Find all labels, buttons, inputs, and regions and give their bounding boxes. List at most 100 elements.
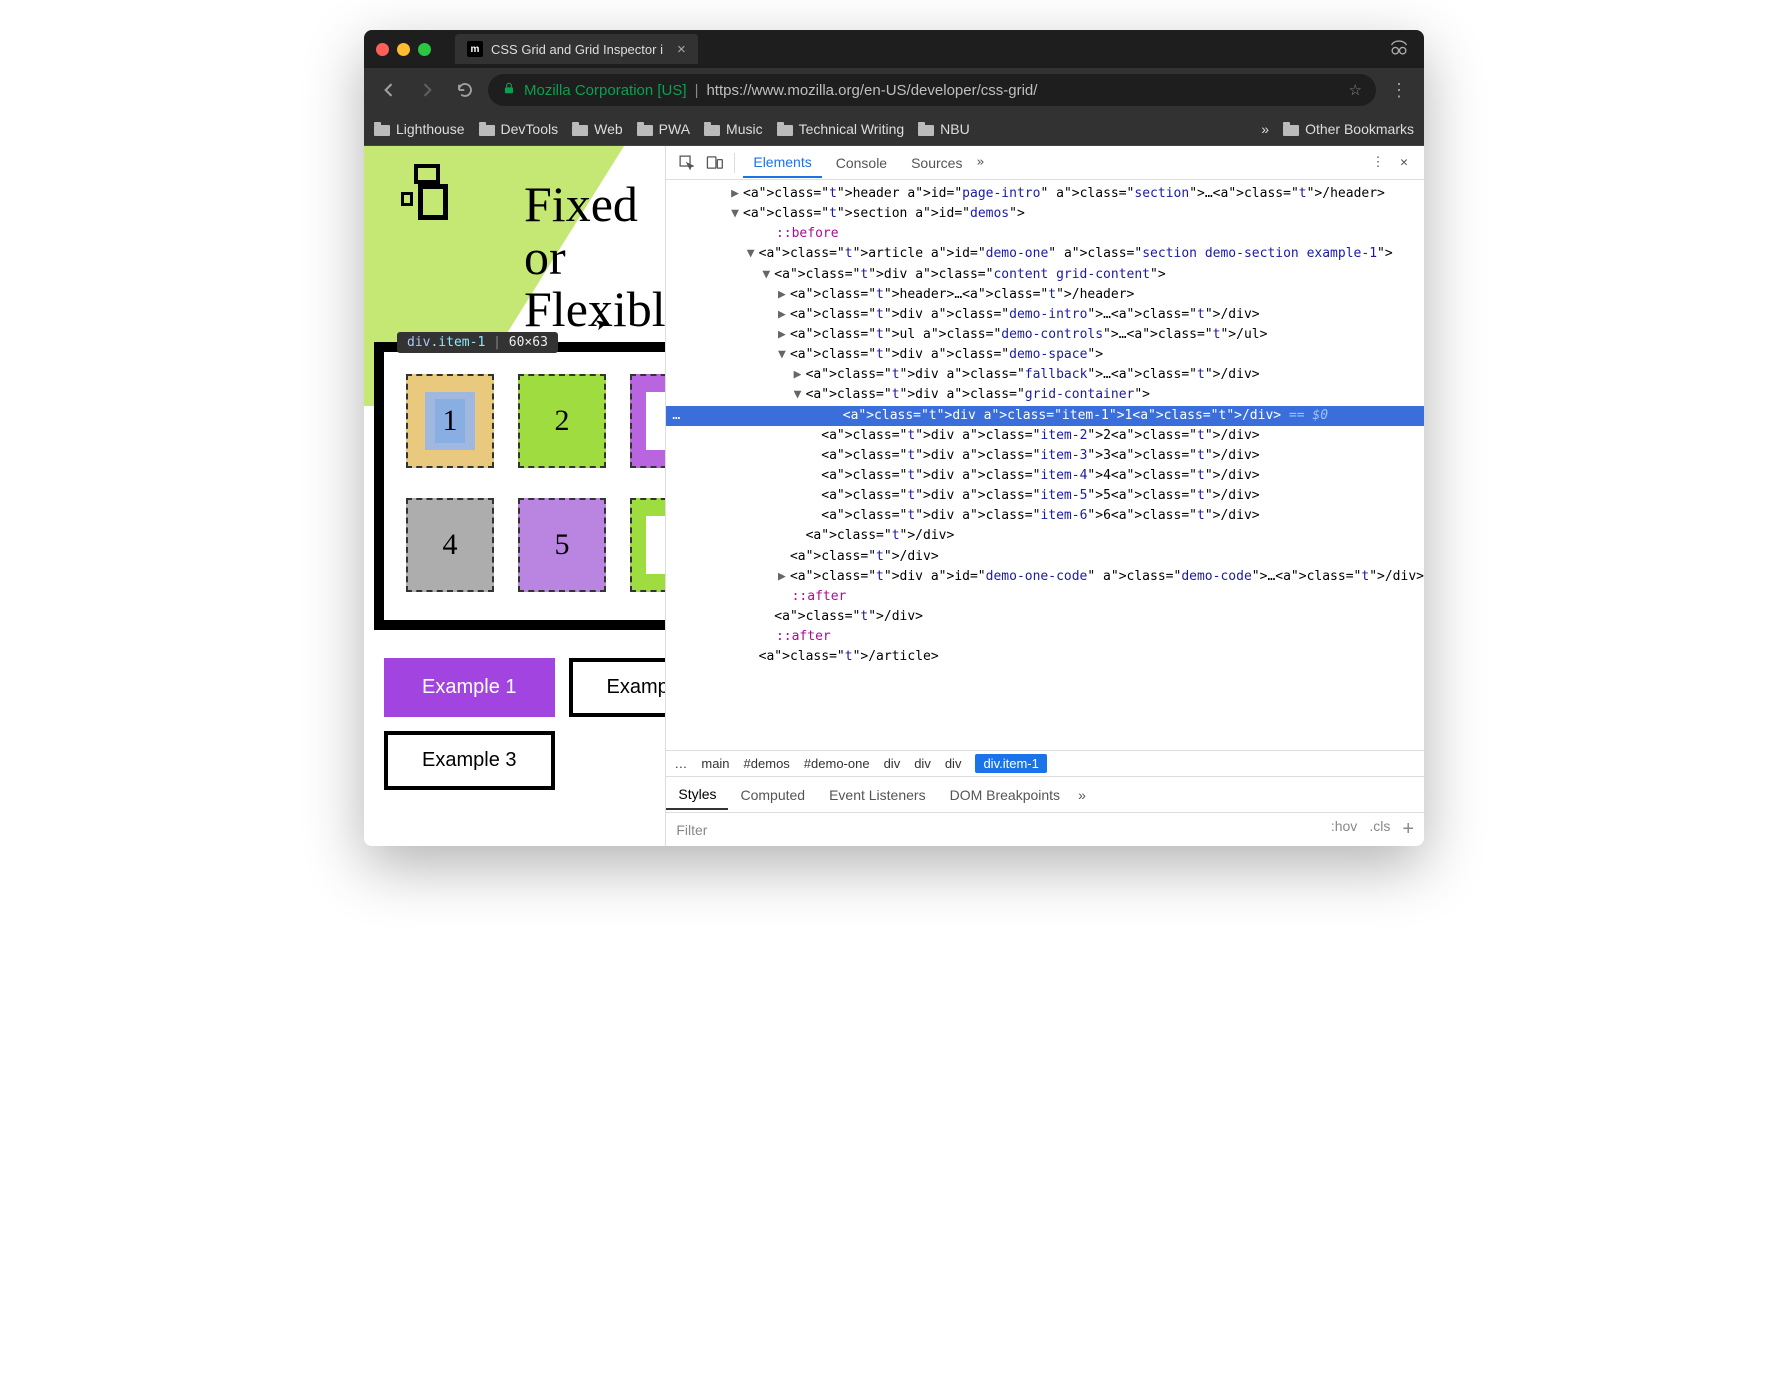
browser-tab[interactable]: m CSS Grid and Grid Inspector i × — [455, 34, 698, 64]
dom-node[interactable]: <a">class="t">div a">class="item-6">6<a"… — [666, 506, 1424, 526]
dom-node[interactable]: ▼<a">class="t">div a">class="grid-contai… — [666, 385, 1424, 405]
title-bar: m CSS Grid and Grid Inspector i × — [364, 30, 1424, 68]
breadcrumb-item[interactable]: … — [674, 756, 687, 771]
dom-node[interactable]: ▼<a">class="t">div a">class="content gri… — [666, 265, 1424, 285]
breadcrumb-item[interactable]: main — [701, 756, 729, 771]
folder-icon — [479, 122, 495, 136]
bookmark-label: NBU — [940, 121, 970, 137]
example-1-button[interactable]: Example 1 — [384, 658, 555, 717]
tab-sources[interactable]: Sources — [901, 149, 972, 177]
menu-button[interactable]: ⋮ — [1384, 75, 1414, 105]
dom-pseudo[interactable]: ::after — [666, 587, 1424, 607]
browser-window: m CSS Grid and Grid Inspector i × Mozill… — [364, 30, 1424, 846]
breadcrumb-item[interactable]: #demos — [744, 756, 790, 771]
bookmark-folder[interactable]: Music — [704, 121, 763, 137]
forward-button[interactable] — [412, 75, 442, 105]
grid-item-3[interactable]: 3 — [630, 374, 665, 468]
tab-event-listeners[interactable]: Event Listeners — [817, 781, 938, 809]
breadcrumb-item[interactable]: div — [914, 756, 931, 771]
dom-node[interactable]: ▶<a">class="t">div a">id="demo-one-code"… — [666, 567, 1424, 587]
grid-item-6[interactable]: 6 — [630, 498, 665, 592]
bookmark-label: Technical Writing — [799, 121, 905, 137]
devtools-toolbar: Elements Console Sources » ⋮ ✕ — [666, 146, 1424, 180]
minimize-window-button[interactable] — [397, 43, 410, 56]
bookmark-star-icon[interactable]: ☆ — [1349, 81, 1362, 99]
dom-node[interactable]: ▶<a">class="t">header>…<a">class="t">/he… — [666, 285, 1424, 305]
cls-toggle[interactable]: .cls — [1369, 818, 1390, 841]
breadcrumb-item[interactable]: div.item-1 — [975, 754, 1046, 773]
tab-computed[interactable]: Computed — [728, 781, 817, 809]
bookmark-folder[interactable]: Web — [572, 121, 623, 137]
url-text: https://www.mozilla.org/en-US/developer/… — [706, 82, 1037, 99]
grid-item-1[interactable]: 1 — [406, 374, 494, 468]
demo-grid-container: 1 2 3 4 5 6 — [374, 342, 665, 630]
dom-node[interactable]: ▼<a">class="t">article a">id="demo-one" … — [666, 244, 1424, 264]
close-window-button[interactable] — [376, 43, 389, 56]
tabs-overflow-icon[interactable]: » — [976, 155, 984, 170]
tab-dom-breakpoints[interactable]: DOM Breakpoints — [938, 781, 1072, 809]
dom-node[interactable]: <a">class="t">/div> — [666, 526, 1424, 546]
tooltip-class: .item-1 — [430, 335, 485, 350]
favicon: m — [467, 41, 483, 57]
grid-item-2[interactable]: 2 — [518, 374, 606, 468]
dom-node[interactable]: <a">class="t">div a">class="item-2">2<a"… — [666, 426, 1424, 446]
grid-item-5[interactable]: 5 — [518, 498, 606, 592]
dom-node[interactable]: ▶<a">class="t">div a">class="demo-intro"… — [666, 305, 1424, 325]
dom-node-selected[interactable]: … <a">class="t">div a">class="item-1">1<… — [666, 406, 1424, 426]
device-icon[interactable] — [702, 151, 726, 175]
dom-node[interactable]: <a">class="t">div a">class="item-5">5<a"… — [666, 486, 1424, 506]
devtools-menu-icon[interactable]: ⋮ — [1366, 151, 1390, 175]
dom-node[interactable]: <a">class="t">/article> — [666, 647, 1424, 667]
devtools-close-icon[interactable]: ✕ — [1392, 151, 1416, 175]
fullscreen-window-button[interactable] — [418, 43, 431, 56]
bookmark-folder[interactable]: Lighthouse — [374, 121, 465, 137]
dom-node[interactable]: ▼<a">class="t">div a">class="demo-space"… — [666, 345, 1424, 365]
grid-logo — [398, 164, 456, 222]
tooltip-dimensions: 60×63 — [509, 335, 548, 350]
bookmark-folder[interactable]: DevTools — [479, 121, 559, 137]
dom-node[interactable]: ▶<a">class="t">ul a">class="demo-control… — [666, 325, 1424, 345]
dom-node[interactable]: <a">class="t">div a">class="item-4">4<a"… — [666, 466, 1424, 486]
hover-toggle[interactable]: :hov — [1331, 818, 1357, 841]
grid-item-4[interactable]: 4 — [406, 498, 494, 592]
breadcrumb-bar[interactable]: …main#demos#demo-onedivdivdivdiv.item-1 — [666, 750, 1424, 776]
tab-console[interactable]: Console — [826, 149, 897, 177]
tab-elements[interactable]: Elements — [743, 148, 821, 178]
filter-input[interactable]: Filter — [676, 822, 707, 838]
folder-icon — [637, 122, 653, 136]
example-3-button[interactable]: Example 3 — [384, 731, 555, 790]
dom-pseudo[interactable]: ::after — [666, 627, 1424, 647]
bookmark-folder[interactable]: Technical Writing — [777, 121, 905, 137]
breadcrumb-item[interactable]: #demo-one — [804, 756, 870, 771]
bookmark-label: DevTools — [501, 121, 559, 137]
folder-icon — [1283, 122, 1299, 136]
breadcrumb-item[interactable]: div — [945, 756, 962, 771]
bookmarks-overflow-icon[interactable]: » — [1261, 121, 1269, 137]
dom-tree[interactable]: ▶<a">class="t">header a">id="page-intro"… — [666, 180, 1424, 750]
folder-icon — [572, 122, 588, 136]
inspect-icon[interactable] — [674, 151, 698, 175]
example-2-button[interactable]: Example 2 — [569, 658, 666, 717]
breadcrumb-item[interactable]: div — [884, 756, 901, 771]
styles-overflow-icon[interactable]: » — [1078, 787, 1086, 803]
dom-node[interactable]: ▶<a">class="t">div a">class="fallback">…… — [666, 365, 1424, 385]
back-button[interactable] — [374, 75, 404, 105]
reload-button[interactable] — [450, 75, 480, 105]
dom-node[interactable]: ▼<a">class="t">section a">id="demos"> — [666, 204, 1424, 224]
folder-icon — [704, 122, 720, 136]
site-identity: Mozilla Corporation [US] — [524, 82, 687, 99]
dom-node[interactable]: <a">class="t">/div> — [666, 547, 1424, 567]
tab-styles[interactable]: Styles — [666, 780, 728, 810]
dom-node[interactable]: ▶<a">class="t">header a">id="page-intro"… — [666, 184, 1424, 204]
new-style-button[interactable]: + — [1402, 818, 1414, 841]
dom-node[interactable]: <a">class="t">div a">class="item-3">3<a"… — [666, 446, 1424, 466]
close-tab-icon[interactable]: × — [677, 41, 686, 58]
bookmark-folder[interactable]: NBU — [918, 121, 970, 137]
dom-node[interactable]: <a">class="t">/div> — [666, 607, 1424, 627]
bookmark-folder-other[interactable]: Other Bookmarks — [1283, 121, 1414, 137]
inspect-tooltip: div.item-1 | 60×63 — [397, 332, 558, 353]
bookmark-folder[interactable]: PWA — [637, 121, 690, 137]
address-bar[interactable]: Mozilla Corporation [US] | https://www.m… — [488, 74, 1376, 106]
dom-pseudo[interactable]: ::before — [666, 224, 1424, 244]
lock-icon — [502, 81, 516, 99]
